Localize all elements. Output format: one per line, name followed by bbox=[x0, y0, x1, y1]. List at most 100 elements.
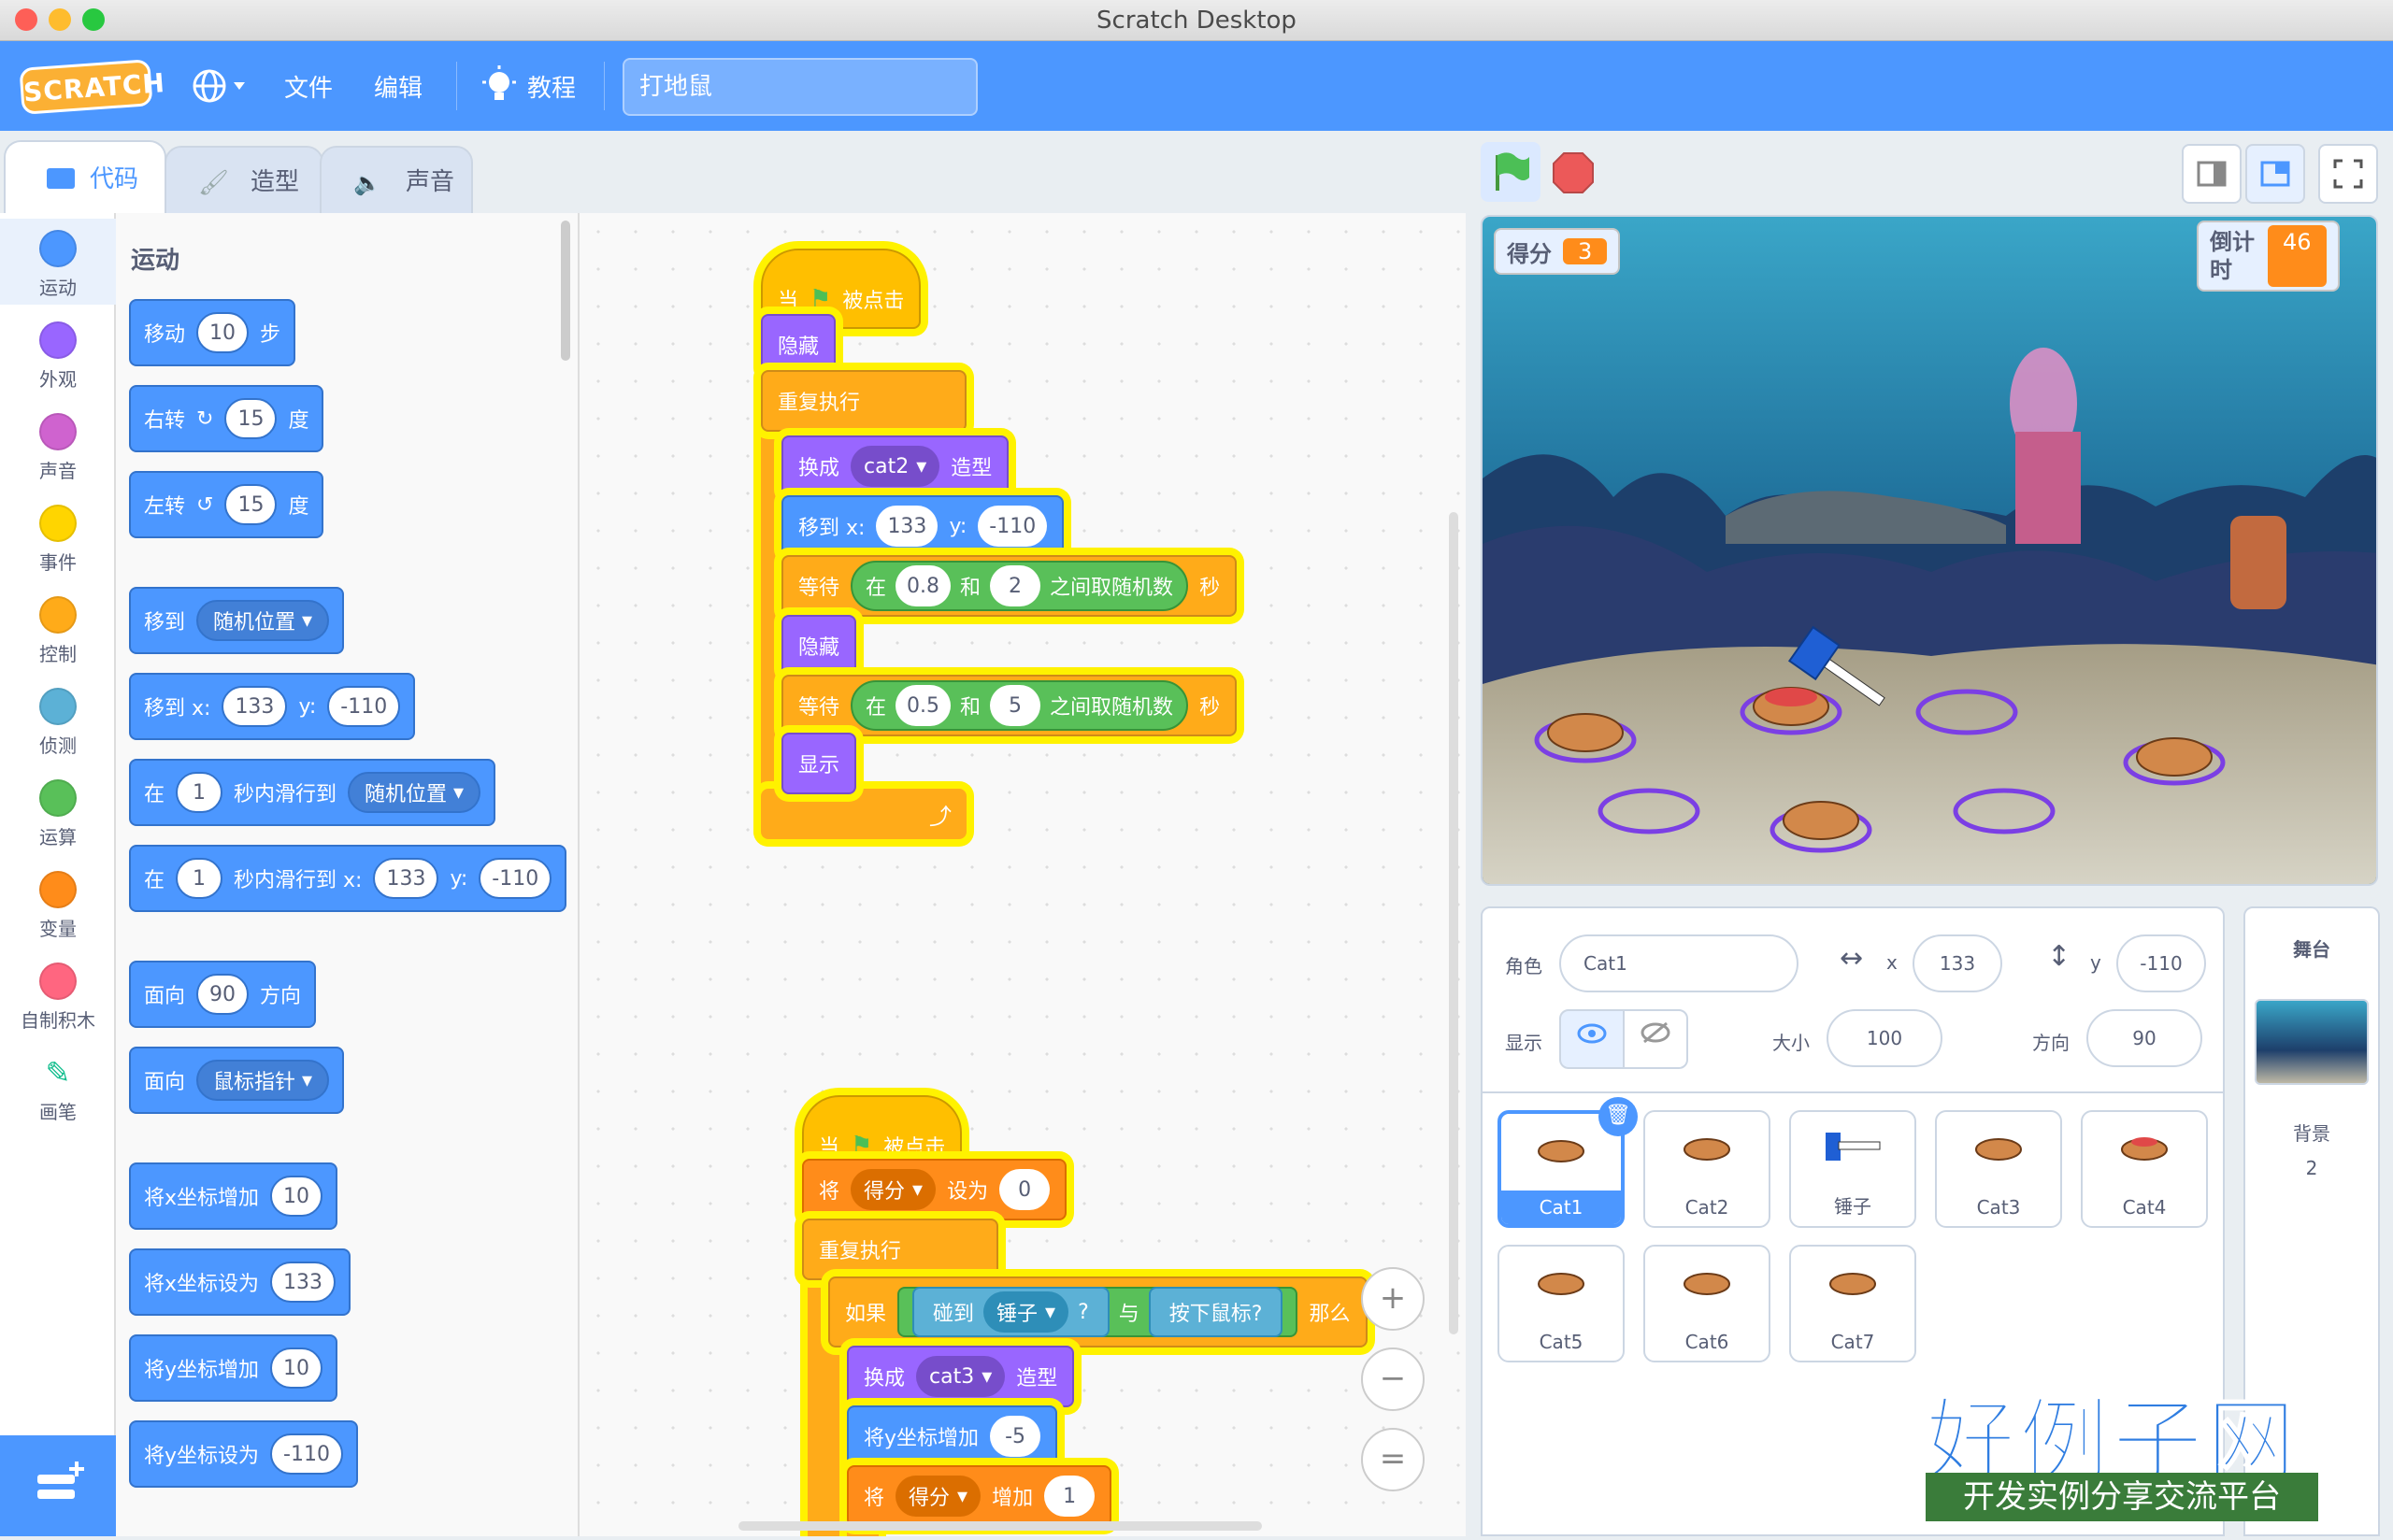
category-variables[interactable]: 变量 bbox=[0, 860, 116, 941]
size-label: 大小 bbox=[1772, 1032, 1810, 1054]
block-glide[interactable]: 在 1 秒内滑行到 随机位置 ▾ bbox=[129, 759, 496, 826]
sprite-name-input[interactable]: Cat1 bbox=[1559, 934, 1798, 992]
category-operators[interactable]: 运算 bbox=[0, 768, 116, 849]
wait-random-block-1[interactable]: 等待在 0.8 和 2 之间取随机数秒 bbox=[781, 555, 1238, 617]
block-change-y[interactable]: 将y坐标增加 10 bbox=[129, 1334, 338, 1402]
switch-costume-block-2[interactable]: 换成 cat3 ▾ 造型 bbox=[847, 1346, 1075, 1407]
scratch-logo[interactable]: SCRATCH bbox=[19, 59, 166, 115]
size-input[interactable]: 100 bbox=[1827, 1009, 1942, 1067]
large-stage-icon bbox=[2260, 161, 2290, 187]
x-position-input[interactable]: 133 bbox=[1913, 934, 2002, 992]
workspace-vertical-scrollbar[interactable] bbox=[1449, 512, 1458, 1334]
file-menu[interactable]: 文件 bbox=[284, 69, 333, 104]
category-sensing[interactable]: 侦测 bbox=[0, 677, 116, 758]
workspace-horizontal-scrollbar[interactable] bbox=[738, 1521, 1262, 1531]
block-palette: 运动 移动 10 步 右转 ↻ 15 度 左转 ↺ 15 度 移到 随机位置 ▾ 移到 x: 133… bbox=[116, 213, 580, 1536]
sprite-tile-cat6[interactable]: Cat6 bbox=[1643, 1245, 1770, 1362]
eye-slash-icon bbox=[1641, 1021, 1670, 1044]
delete-sprite-button[interactable]: 🗑 bbox=[1598, 1097, 1638, 1136]
palette-scrollbar[interactable] bbox=[561, 221, 570, 361]
window-titlebar: Scratch Desktop bbox=[0, 0, 2393, 41]
countdown-monitor[interactable]: 倒计时 46 bbox=[2197, 221, 2340, 292]
sprite-tile-hammer[interactable]: 锤子 bbox=[1789, 1110, 1916, 1228]
if-then-block[interactable]: 如果 碰到 锤子 ▾? 与按下鼠标? 那么 bbox=[828, 1276, 1368, 1348]
block-move-steps[interactable]: 移动 10 步 bbox=[129, 299, 296, 366]
backdrop-thumbnail[interactable] bbox=[2255, 999, 2369, 1085]
y-label: y bbox=[2090, 951, 2101, 974]
sprite-tile-cat2[interactable]: Cat2 bbox=[1643, 1110, 1770, 1228]
site-watermark: 好例子网 开发实例分享交流平台 bbox=[1925, 1368, 2374, 1527]
language-globe-icon[interactable] bbox=[191, 67, 247, 105]
x-label: x bbox=[1886, 951, 1898, 974]
direction-input[interactable]: 90 bbox=[2086, 1009, 2202, 1067]
show-block[interactable]: 显示 bbox=[781, 733, 857, 794]
block-glide-xy[interactable]: 在 1 秒内滑行到 x: 133 y: -110 bbox=[129, 845, 567, 912]
green-flag-button[interactable] bbox=[1481, 142, 1540, 202]
menu-bar: SCRATCH 文件 编辑 教程 打地鼠 bbox=[0, 41, 2393, 131]
fullscreen-button[interactable] bbox=[2318, 144, 2378, 204]
category-control[interactable]: 控制 bbox=[0, 585, 116, 666]
edit-menu[interactable]: 编辑 bbox=[374, 69, 423, 104]
show-hidden-button[interactable] bbox=[1623, 1009, 1688, 1069]
block-set-y[interactable]: 将y坐标设为 -110 bbox=[129, 1420, 358, 1488]
goto-xy-block[interactable]: 移到 x: 133 y: -110 bbox=[781, 495, 1065, 557]
category-events[interactable]: 事件 bbox=[0, 493, 116, 575]
switch-costume-block[interactable]: 换成 cat2 ▾ 造型 bbox=[781, 435, 1010, 497]
change-y-block[interactable]: 将y坐标增加 -5 bbox=[847, 1405, 1058, 1467]
green-flag-icon: ⚑ bbox=[810, 285, 832, 313]
green-flag-icon: ⚑ bbox=[851, 1132, 873, 1160]
block-goto[interactable]: 移到 随机位置 ▾ bbox=[129, 587, 345, 654]
sensing-category-icon bbox=[39, 688, 77, 725]
zoom-in-button[interactable]: + bbox=[1361, 1267, 1425, 1331]
block-point-towards[interactable]: 面向 鼠标指针 ▾ bbox=[129, 1047, 345, 1114]
stage-panel-title: 舞台 bbox=[2293, 938, 2330, 961]
category-my-blocks[interactable]: 自制积木 bbox=[0, 951, 116, 1033]
hammer-sprite-thumbnail bbox=[1826, 1133, 1881, 1161]
hide-block-2[interactable]: 隐藏 bbox=[781, 615, 857, 677]
forever-c-block-bottom: ⤴ bbox=[761, 789, 967, 839]
stop-button[interactable] bbox=[1550, 150, 1597, 196]
change-variable-block[interactable]: 将得分 ▾ 增加 1 bbox=[847, 1465, 1112, 1527]
zoom-reset-button[interactable]: = bbox=[1361, 1428, 1425, 1491]
cat-sprite-thumbnail bbox=[2121, 1137, 2168, 1161]
category-motion[interactable]: 运动 bbox=[0, 219, 116, 305]
small-stage-button[interactable] bbox=[2182, 144, 2242, 204]
sprite-tile-cat5[interactable]: Cat5 bbox=[1497, 1245, 1625, 1362]
y-position-input[interactable]: -110 bbox=[2116, 934, 2206, 992]
category-looks[interactable]: 外观 bbox=[0, 310, 116, 392]
tab-costumes[interactable]: 🖌 造型 bbox=[165, 146, 323, 215]
category-sound[interactable]: 声音 bbox=[0, 402, 116, 483]
sprite-tile-cat3[interactable]: Cat3 bbox=[1935, 1110, 2062, 1228]
sprite-tile-cat4[interactable]: Cat4 bbox=[2081, 1110, 2208, 1228]
add-extension-button[interactable] bbox=[0, 1435, 116, 1536]
block-turn-right[interactable]: 右转 ↻ 15 度 bbox=[129, 385, 324, 452]
stage-canvas[interactable]: 得分 3 倒计时 46 bbox=[1481, 215, 2378, 886]
tab-sounds[interactable]: 🔈 声音 bbox=[320, 146, 473, 215]
cat-sprite-thumbnail bbox=[1538, 1273, 1584, 1295]
category-pen[interactable]: ✎ 画笔 bbox=[0, 1043, 116, 1124]
sprite-name-label: 角色 bbox=[1505, 955, 1542, 977]
sprite-tile-cat7[interactable]: Cat7 bbox=[1789, 1245, 1916, 1362]
script-workspace[interactable]: ⤴ 当 ⚑ 被点击 隐藏 重复执行 换成 cat2 ▾ 造型 移到 x: 133 y: -110… bbox=[580, 213, 1466, 1536]
sprite-label: 锤子 bbox=[1834, 1195, 1871, 1218]
forever-block[interactable]: 重复执行 bbox=[761, 370, 967, 432]
block-change-x[interactable]: 将x坐标增加 10 bbox=[129, 1162, 338, 1230]
sprite-info-panel: 角色 Cat1 ↔ x 133 ↕ y -110 显示 大小 100 方向 90 bbox=[1481, 906, 2225, 1093]
project-title-input[interactable]: 打地鼠 bbox=[623, 58, 978, 116]
show-visible-button[interactable] bbox=[1559, 1009, 1625, 1069]
tab-code[interactable]: 代码 bbox=[4, 140, 166, 215]
block-turn-left[interactable]: 左转 ↺ 15 度 bbox=[129, 471, 324, 538]
zoom-out-button[interactable]: − bbox=[1361, 1348, 1425, 1411]
set-variable-block[interactable]: 将得分 ▾ 设为 0 bbox=[802, 1159, 1068, 1220]
speaker-icon: 🔈 bbox=[353, 170, 381, 196]
tutorials-menu[interactable]: 教程 bbox=[527, 69, 576, 104]
block-set-x[interactable]: 将x坐标设为 133 bbox=[129, 1248, 351, 1316]
block-point-direction[interactable]: 面向 90 方向 bbox=[129, 961, 317, 1028]
hide-block[interactable]: 隐藏 bbox=[761, 314, 837, 376]
large-stage-button[interactable] bbox=[2245, 144, 2305, 204]
sprite-label: Cat7 bbox=[1830, 1331, 1875, 1353]
forever-block-2[interactable]: 重复执行 bbox=[802, 1219, 998, 1280]
score-monitor[interactable]: 得分 3 bbox=[1494, 228, 1621, 275]
block-goto-xy[interactable]: 移到 x: 133 y: -110 bbox=[129, 673, 416, 740]
wait-random-block-2[interactable]: 等待在 0.5 和 5 之间取随机数秒 bbox=[781, 675, 1238, 736]
